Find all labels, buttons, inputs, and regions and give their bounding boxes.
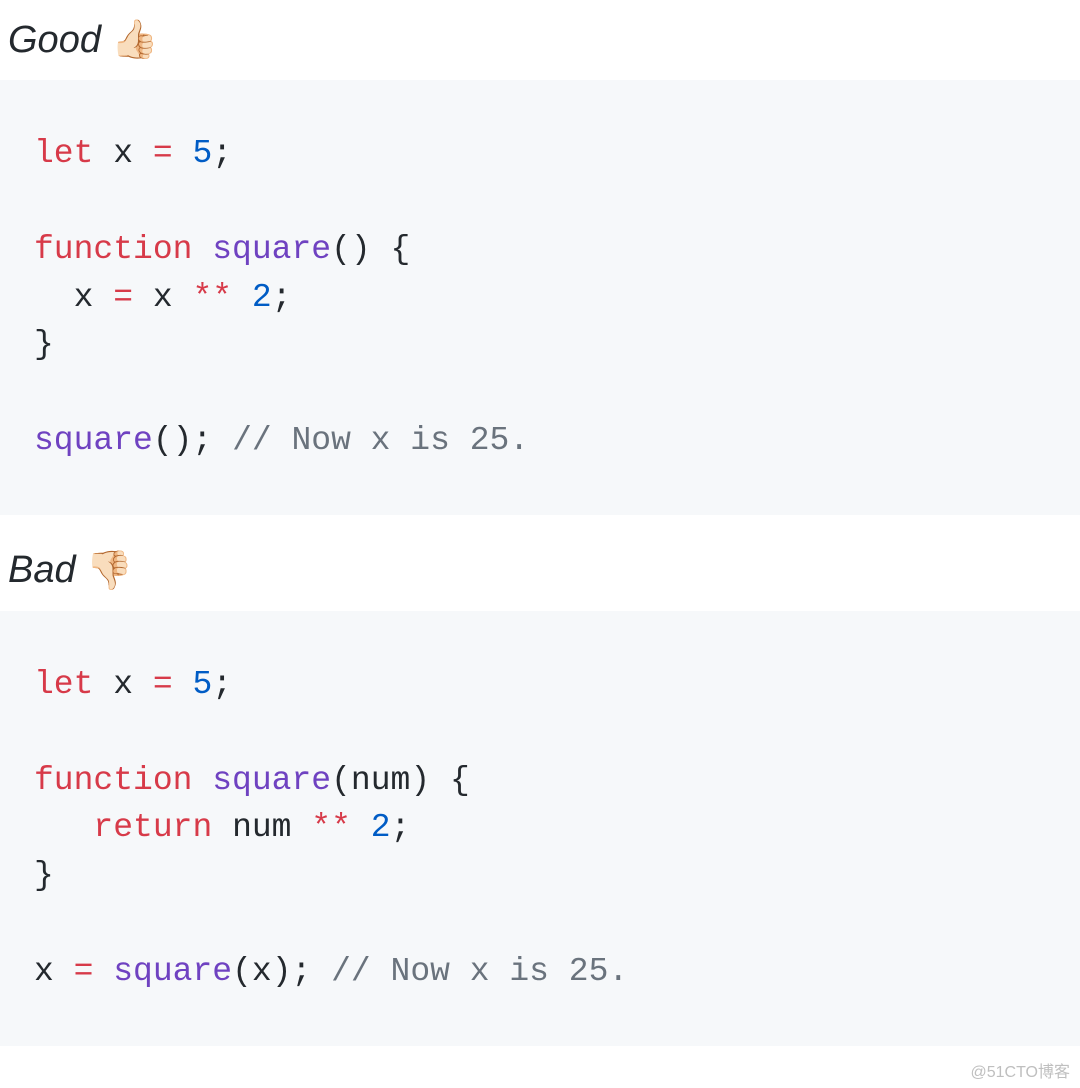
fn-square: square (212, 762, 331, 799)
num-2: 2 (371, 809, 391, 846)
call-close: ); (272, 953, 312, 990)
var-x: x (113, 135, 133, 172)
brace-close: } (34, 326, 54, 363)
var-x: x (153, 279, 173, 316)
num-5: 5 (192, 135, 212, 172)
paren-close: ) (410, 762, 430, 799)
comment: // Now x is 25. (331, 953, 628, 990)
call-parens: (); (153, 422, 212, 459)
op-exp: ** (192, 279, 232, 316)
param-num: num (351, 762, 410, 799)
bad-text: Bad (8, 549, 76, 592)
comment: // Now x is 25. (232, 422, 529, 459)
paren-open: ( (331, 762, 351, 799)
keyword-function: function (34, 762, 192, 799)
num-5: 5 (192, 666, 212, 703)
keyword-return: return (93, 809, 212, 846)
brace-open: { (391, 231, 411, 268)
brace-open: { (450, 762, 470, 799)
var-x: x (113, 666, 133, 703)
semi: ; (212, 666, 232, 703)
call-square: square (34, 422, 153, 459)
section-good-label: Good 👍🏻 (0, 0, 1080, 80)
fn-square: square (212, 231, 331, 268)
var-x: x (74, 279, 94, 316)
call-open: ( (232, 953, 252, 990)
keyword-function: function (34, 231, 192, 268)
op-assign: = (153, 135, 173, 172)
var-x: x (34, 953, 54, 990)
semi: ; (391, 809, 411, 846)
code-block-bad: let x = 5; function square(num) { return… (0, 611, 1080, 1046)
thumbs-down-icon: 👎🏻 (86, 549, 133, 593)
op-assign: = (113, 279, 133, 316)
semi: ; (272, 279, 292, 316)
keyword-let: let (34, 135, 93, 172)
op-assign: = (153, 666, 173, 703)
code-block-good: let x = 5; function square() { x = x ** … (0, 80, 1080, 515)
watermark: @51CTO博客 (970, 1058, 1070, 1082)
semi: ; (212, 135, 232, 172)
brace-close: } (34, 857, 54, 894)
thumbs-up-icon: 👍🏻 (111, 18, 158, 62)
num-2: 2 (252, 279, 272, 316)
good-text: Good (8, 19, 101, 62)
keyword-let: let (34, 666, 93, 703)
parens-empty: () (331, 231, 371, 268)
op-exp: ** (311, 809, 351, 846)
var-num: num (232, 809, 291, 846)
call-square: square (113, 953, 232, 990)
call-arg: x (252, 953, 272, 990)
section-bad-label: Bad 👎🏻 (0, 515, 1080, 611)
op-assign: = (74, 953, 94, 990)
